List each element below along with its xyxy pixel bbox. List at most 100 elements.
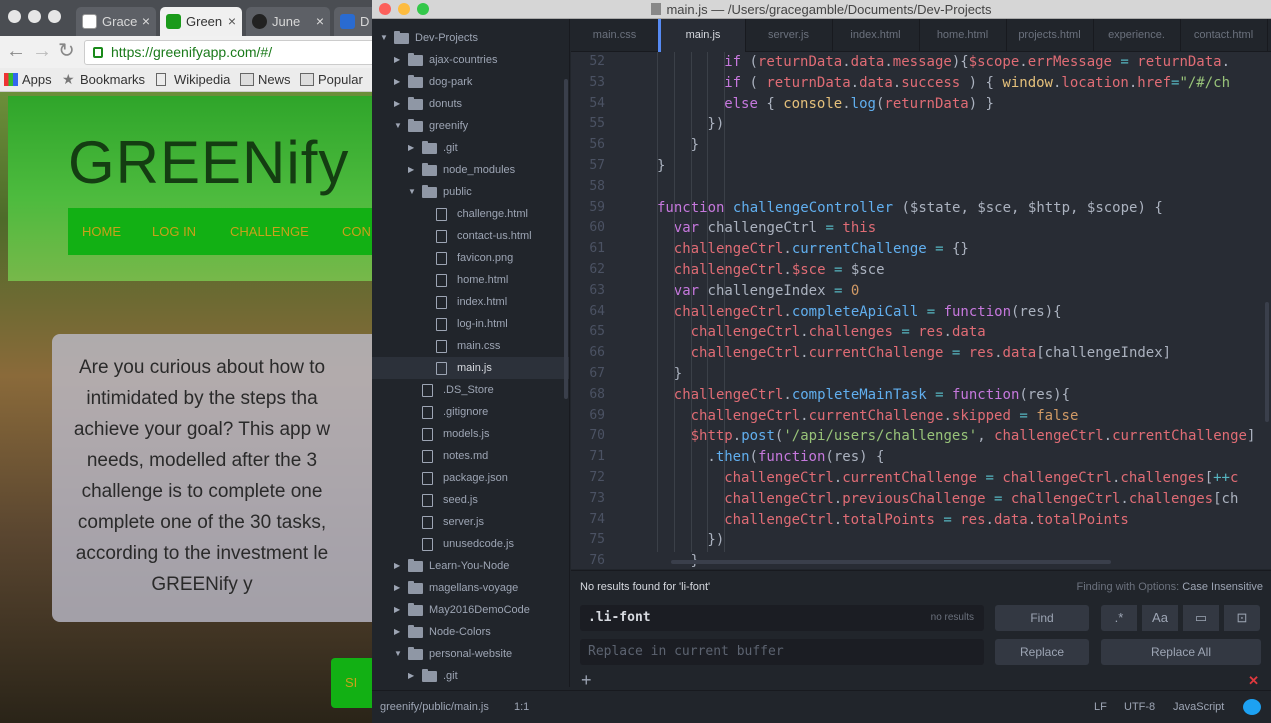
tree-folder-item[interactable]: ▶ May2016DemoCode	[372, 599, 569, 621]
tree-file-item[interactable]: contact-us.html	[372, 225, 569, 247]
chevron-right-icon[interactable]: ▶	[394, 621, 400, 643]
close-icon[interactable]: ✕	[1248, 674, 1259, 687]
tree-file-item[interactable]: challenge.html	[372, 203, 569, 225]
chevron-down-icon[interactable]: ▼	[394, 643, 402, 665]
nav-log-in[interactable]: LOG IN	[152, 224, 196, 239]
chevron-right-icon[interactable]: ▶	[394, 555, 400, 577]
twitter-bird-icon[interactable]	[1243, 699, 1261, 715]
tree-file-item[interactable]: server.js	[372, 511, 569, 533]
chevron-down-icon[interactable]: ▼	[408, 181, 416, 203]
whole-word-toggle-icon[interactable]: ⊡	[1224, 605, 1260, 631]
bookmark-news[interactable]: News	[240, 71, 291, 89]
tree-file-item[interactable]: home.html	[372, 269, 569, 291]
nav-challenge[interactable]: CHALLENGE	[230, 224, 309, 239]
code-token: .	[943, 407, 952, 424]
chevron-right-icon[interactable]: ▶	[408, 665, 414, 687]
tree-folder-item[interactable]: ▶ node_modules	[372, 159, 569, 181]
tree-file-item[interactable]: index.html	[372, 291, 569, 313]
code-editor[interactable]: 52 53 54 55 56 57 58 59 60 61 62 63 64 65 66 67 68 69 70 71…	[571, 52, 1271, 569]
tree-file-item[interactable]: log-in.html	[372, 313, 569, 335]
editor-tab[interactable]: experience.	[1093, 19, 1181, 52]
bookmark-wikipedia[interactable]: Wikipedia	[156, 71, 230, 89]
tree-file-item[interactable]: main.css	[372, 335, 569, 357]
line-ending[interactable]: LF	[1094, 691, 1107, 723]
code-line: }	[657, 156, 665, 177]
close-tab-icon[interactable]: ×	[142, 7, 150, 36]
close-tab-icon[interactable]: ×	[228, 7, 236, 36]
file-path[interactable]: greenify/public/main.js	[380, 691, 489, 723]
browser-tab-active[interactable]: Green ×	[160, 7, 242, 36]
chevron-right-icon[interactable]: ▶	[394, 49, 400, 71]
code-token: false	[1036, 407, 1079, 424]
editor-tab[interactable]: main.js	[658, 19, 746, 52]
tree-scrollbar[interactable]	[564, 79, 568, 399]
tree-folder-item[interactable]: ▶ .git	[372, 137, 569, 159]
editor-tab[interactable]: projects.html	[1006, 19, 1094, 52]
vertical-scrollbar[interactable]	[1265, 302, 1269, 422]
bookmark-popular[interactable]: Popular	[300, 71, 363, 89]
tree-file-item[interactable]: notes.md	[372, 445, 569, 467]
chevron-right-icon[interactable]: ▶	[394, 577, 400, 599]
tree-item-label: server.js	[443, 516, 484, 528]
close-window-button[interactable]	[8, 10, 21, 23]
tree-file-item[interactable]: .gitignore	[372, 401, 569, 423]
back-arrow-icon[interactable]: ←	[6, 41, 26, 61]
tree-folder-item[interactable]: ▶ ajax-countries	[372, 49, 569, 71]
chevron-right-icon[interactable]: ▶	[408, 159, 414, 181]
find-input[interactable]: .li-font no results	[580, 605, 984, 631]
forward-arrow-icon[interactable]: →	[32, 41, 52, 61]
chevron-right-icon[interactable]: ▶	[394, 71, 400, 93]
chevron-right-icon[interactable]: ▶	[394, 599, 400, 621]
tree-folder-item[interactable]: ▶ donuts	[372, 93, 569, 115]
tree-file-item[interactable]: models.js	[372, 423, 569, 445]
nav-contact[interactable]: CON	[342, 224, 371, 239]
browser-tab[interactable]: Grace ×	[76, 7, 156, 36]
case-toggle-icon[interactable]: Aa	[1142, 605, 1178, 631]
minimize-window-button[interactable]	[28, 10, 41, 23]
editor-tab[interactable]: main.css	[571, 19, 659, 52]
tree-folder-item[interactable]: ▶ dog-park	[372, 71, 569, 93]
chevron-right-icon[interactable]: ▶	[408, 137, 414, 159]
grammar[interactable]: JavaScript	[1173, 691, 1224, 723]
nav-home[interactable]: HOME	[82, 224, 121, 239]
tree-folder-item[interactable]: ▶ Node-Colors	[372, 621, 569, 643]
tree-file-item[interactable]: unusedcode.js	[372, 533, 569, 555]
browser-tab[interactable]: June ×	[246, 7, 330, 36]
tree-file-item[interactable]: main.js	[372, 357, 569, 379]
replace-input[interactable]: Replace in current buffer	[580, 639, 984, 665]
reload-icon[interactable]: ↻	[58, 41, 75, 61]
chevron-down-icon[interactable]: ▼	[380, 27, 388, 49]
code-token: .	[1221, 54, 1231, 70]
find-button[interactable]: Find	[995, 605, 1089, 631]
plus-icon[interactable]: +	[581, 671, 592, 689]
chevron-down-icon[interactable]: ▼	[394, 115, 402, 137]
regex-toggle-icon[interactable]: .*	[1101, 605, 1137, 631]
bookmark-apps[interactable]: Apps	[4, 71, 52, 89]
horizontal-scrollbar[interactable]	[671, 560, 1111, 564]
cursor-position[interactable]: 1:1	[514, 691, 529, 723]
editor-tab[interactable]: index.html	[832, 19, 920, 52]
tree-file-item[interactable]: seed.js	[372, 489, 569, 511]
editor-tab[interactable]: server.js	[745, 19, 833, 52]
selection-toggle-icon[interactable]: ▭	[1183, 605, 1219, 631]
encoding[interactable]: UTF-8	[1124, 691, 1155, 723]
address-bar[interactable]: https://greenifyapp.com/#/	[84, 40, 380, 65]
tree-folder-item[interactable]: ▼ public	[372, 181, 569, 203]
editor-tab[interactable]: contact.html	[1180, 19, 1268, 52]
bookmark-bookmarks[interactable]: ★ Bookmarks	[62, 71, 145, 89]
tree-folder-item[interactable]: ▼ greenify	[372, 115, 569, 137]
close-tab-icon[interactable]: ×	[316, 7, 324, 36]
chevron-right-icon[interactable]: ▶	[394, 93, 400, 115]
tree-folder-item[interactable]: ▶ magellans-voyage	[372, 577, 569, 599]
zoom-window-button[interactable]	[48, 10, 61, 23]
tree-folder-item[interactable]: ▶ Learn-You-Node	[372, 555, 569, 577]
tree-file-item[interactable]: .DS_Store	[372, 379, 569, 401]
replace-button[interactable]: Replace	[995, 639, 1089, 665]
replace-all-button[interactable]: Replace All	[1101, 639, 1261, 665]
tree-folder-item[interactable]: ▼ Dev-Projects	[372, 27, 569, 49]
tree-file-item[interactable]: favicon.png	[372, 247, 569, 269]
editor-tab[interactable]: home.html	[919, 19, 1007, 52]
tree-folder-item[interactable]: ▶ .git	[372, 665, 569, 687]
tree-file-item[interactable]: package.json	[372, 467, 569, 489]
tree-folder-item[interactable]: ▼ personal-website	[372, 643, 569, 665]
